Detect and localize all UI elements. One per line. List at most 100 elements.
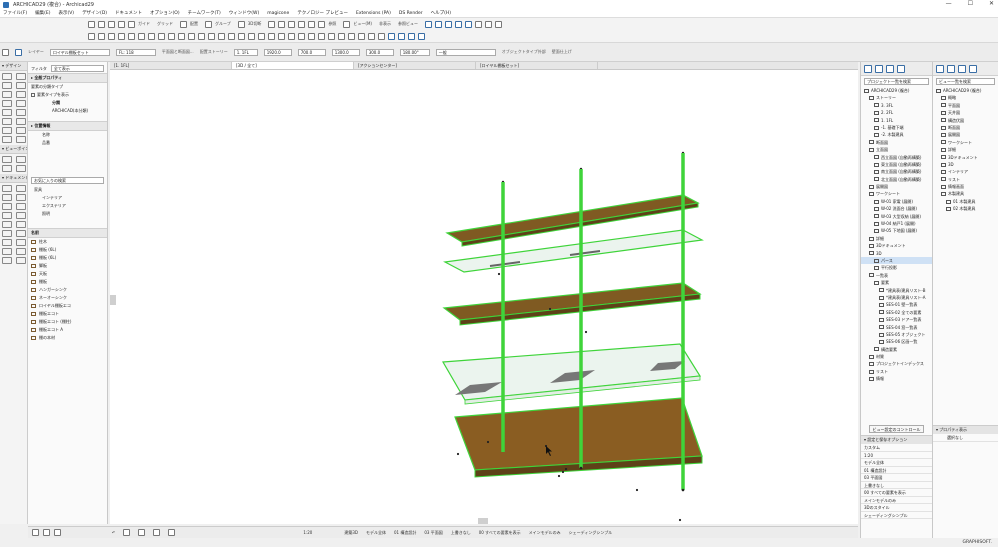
group-icon[interactable]	[205, 20, 212, 28]
zoom-in-icon[interactable]	[123, 529, 131, 536]
stair-icon[interactable]	[148, 32, 155, 40]
stair-tool-icon[interactable]	[16, 100, 26, 107]
camera-icon[interactable]	[248, 32, 255, 40]
depth-field[interactable]: 700.0	[297, 48, 326, 56]
tab-3d[interactable]: [3D / 全て]	[232, 62, 354, 69]
wall-tool-icon[interactable]	[2, 73, 12, 80]
home-icon[interactable]	[88, 20, 95, 28]
tab-shelf-set[interactable]: [ロイヤル棚板セット]	[476, 62, 598, 69]
tree-item[interactable]: 3D	[933, 161, 998, 168]
elevation-dim-icon[interactable]	[16, 257, 26, 264]
window-tool-icon[interactable]	[178, 32, 185, 40]
object-list-item[interactable]: 柱木	[28, 238, 107, 246]
tree-item[interactable]: 3Dドキュメント	[933, 154, 998, 161]
tree-item[interactable]: 木製建具	[933, 190, 998, 197]
fit-window-icon[interactable]	[153, 529, 161, 536]
roof-icon[interactable]	[128, 32, 135, 40]
model-view-field[interactable]: 建築3D	[344, 530, 358, 536]
object-list-item[interactable]: 棚板 (6L)	[28, 246, 107, 254]
tree-item[interactable]: 南立面図 (自動再構築)	[861, 168, 932, 175]
menu-document[interactable]: ドキュメント	[115, 10, 142, 16]
guide-label[interactable]: ガイド	[138, 21, 150, 27]
tree-item[interactable]: 断面図	[861, 139, 932, 146]
curtain-tool-icon[interactable]	[2, 136, 12, 143]
slab-tool-icon[interactable]	[16, 91, 26, 98]
hotspot[interactable]	[584, 330, 588, 334]
tree-item[interactable]: W-04 納戸1 (展開)	[861, 220, 932, 227]
layout-book-icon[interactable]	[886, 64, 894, 73]
menu-options[interactable]: オプション(O)	[150, 10, 180, 16]
resize-icon[interactable]	[368, 32, 375, 40]
tree-item[interactable]: プロジェクトインデックス	[861, 360, 932, 367]
tree-item[interactable]: 1. 1FL	[861, 117, 932, 124]
tree-item[interactable]: 北立面図 (自動再構築)	[861, 176, 932, 183]
tree-item[interactable]: 情報画面	[933, 183, 998, 190]
model-set-field[interactable]: モデル全体	[366, 530, 386, 536]
tree-item[interactable]: 詳細	[861, 235, 932, 242]
hotspot[interactable]	[635, 488, 639, 492]
dimension-icon[interactable]	[268, 20, 276, 28]
toolbox-design-header[interactable]: ▾ デザイン	[0, 62, 27, 71]
placement-label[interactable]: 配置	[190, 21, 198, 27]
curtain-wall-icon[interactable]	[218, 32, 225, 40]
tree-item[interactable]: ストーリー	[861, 94, 932, 101]
hotspot[interactable]	[678, 518, 682, 522]
undo-icon[interactable]	[98, 20, 105, 28]
offset-field[interactable]: 300.0	[365, 48, 394, 56]
distribute-icon[interactable]	[278, 32, 285, 40]
checkbox-icon[interactable]	[31, 93, 35, 97]
tree-item[interactable]: ワークシート	[861, 190, 932, 197]
text-icon[interactable]	[278, 20, 286, 28]
tree-item[interactable]: 断面図	[933, 124, 998, 131]
object-list-item[interactable]: 天板	[28, 270, 107, 278]
pen-select[interactable]: 一般	[435, 48, 496, 56]
shell-icon[interactable]	[138, 32, 145, 40]
tree-item[interactable]: ARCHICAD29 (複合)	[933, 87, 998, 94]
intersect-icon[interactable]	[348, 32, 355, 40]
tree-item[interactable]: 概略	[933, 94, 998, 101]
location-name[interactable]: 名称	[28, 131, 107, 139]
tree-item[interactable]: 要素	[861, 279, 932, 286]
import-favorite-icon[interactable]	[43, 529, 50, 536]
hotspot-icon[interactable]	[16, 230, 26, 237]
beam-icon[interactable]	[108, 32, 115, 40]
view-options-header[interactable]: ▾ 設定と保存オプション	[861, 435, 932, 444]
fill-tool-icon[interactable]	[2, 203, 12, 210]
view-label[interactable]: ビュー(M)	[353, 21, 372, 27]
object-list-item[interactable]: 棚の本材	[28, 334, 107, 342]
navigator-search-input[interactable]: プロジェクト一覧を検索	[864, 78, 929, 85]
tree-interior[interactable]: インテリア	[28, 194, 107, 202]
render-icon[interactable]	[474, 20, 482, 28]
layout-icon[interactable]	[947, 64, 955, 73]
wall-icon[interactable]	[88, 32, 95, 40]
mesh-tool-icon[interactable]	[2, 118, 12, 125]
reference-view-label[interactable]: 参照ビュー	[398, 21, 418, 27]
3d-icon[interactable]	[464, 20, 472, 28]
zoom-out-icon[interactable]	[138, 529, 146, 536]
tree-item[interactable]: インテリア	[933, 168, 998, 175]
label-tool-icon[interactable]	[16, 194, 26, 201]
object-list-item[interactable]: 棚板エコト (棚柱)	[28, 318, 107, 326]
trace-icon[interactable]	[343, 20, 351, 28]
radial-dim-icon[interactable]	[16, 248, 26, 255]
eyedropper-icon[interactable]	[118, 20, 125, 28]
menu-edit[interactable]: 編集(E)	[35, 10, 50, 16]
view-property-row[interactable]: 3Dのスタイル	[861, 504, 932, 512]
orbit-icon[interactable]	[168, 529, 176, 536]
redo-icon[interactable]	[108, 20, 115, 28]
worksheet-icon[interactable]	[16, 165, 26, 172]
toolbox-document-header[interactable]: ▾ ドキュメント	[0, 174, 27, 183]
plan-field[interactable]: 03 平面図	[424, 530, 442, 536]
view-property-row[interactable]: メインモデルのみ	[861, 497, 932, 504]
location-header[interactable]: ▸ 位置情報	[28, 121, 107, 131]
offset-icon[interactable]	[308, 32, 315, 40]
tree-item[interactable]: SES-01 壁一覧表	[861, 301, 932, 308]
elevation-tool-icon[interactable]	[16, 156, 26, 163]
tab-1fl[interactable]: [1. 1FL]	[110, 62, 232, 69]
renovation-icon[interactable]	[418, 32, 425, 40]
tree-item[interactable]: SES-06 区画一覧	[861, 338, 932, 345]
door-icon[interactable]	[168, 32, 175, 40]
reference-label[interactable]: 参照	[328, 21, 336, 27]
hotspot[interactable]	[456, 452, 460, 456]
tree-item[interactable]: SES-03 ドア一覧表	[861, 316, 932, 323]
